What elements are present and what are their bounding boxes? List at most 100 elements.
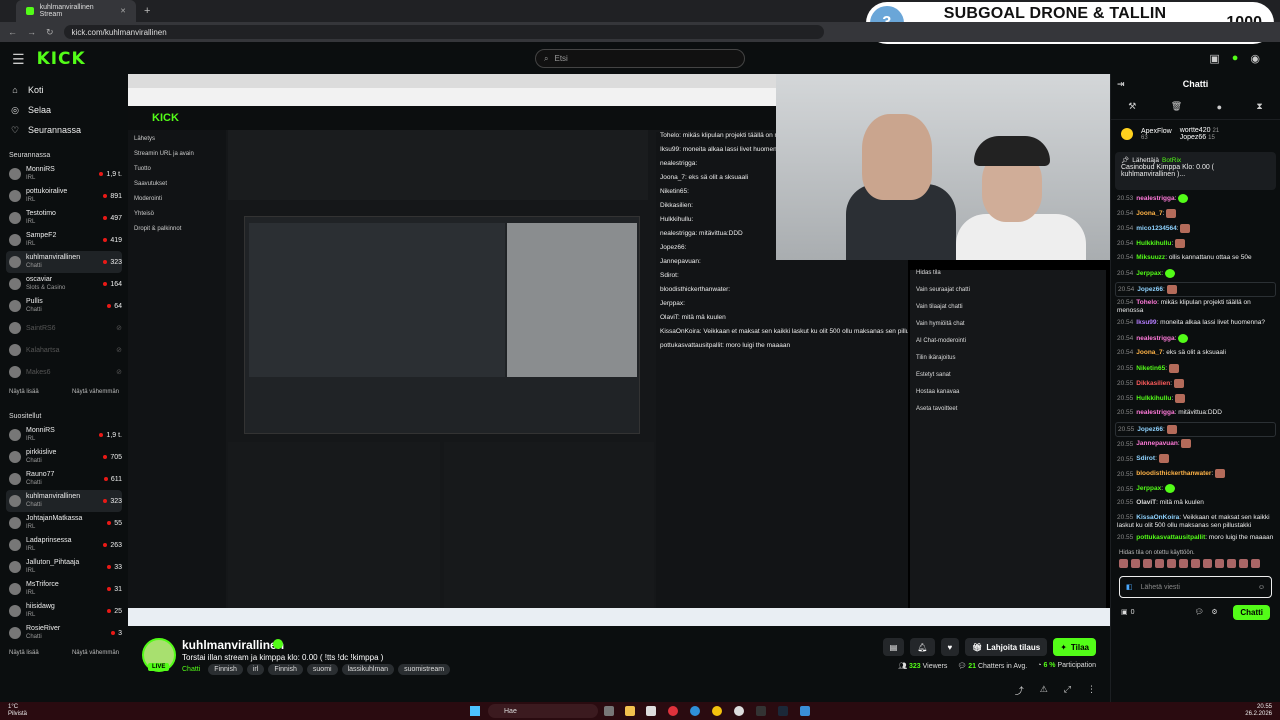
store-icon[interactable] [646, 706, 656, 716]
chat-message[interactable]: 20.54 Joona_7: [1115, 207, 1276, 222]
tag-pill[interactable]: Finnish [208, 664, 243, 675]
subscribe-button[interactable]: ✦ Tilaa [1053, 638, 1096, 656]
url-field[interactable]: kick.com/kuhlmanvirallinen [63, 25, 824, 39]
chat-message[interactable]: 20.55 bloodisthickerthanwater: [1115, 467, 1276, 482]
chat-message[interactable]: 20.54 Tohelo: mikäs klipulan projekti tää… [1115, 297, 1276, 317]
sidebar-channel[interactable]: JohtajanMatkassa IRL 55 [6, 512, 122, 534]
sidebar-channel[interactable]: Rauno77 Chatti 611 [6, 468, 122, 490]
sidebar-channel[interactable]: MonniRS IRL 1,9 t. [6, 163, 122, 185]
emote[interactable] [1227, 559, 1236, 569]
message-username[interactable]: OlaviT [1136, 499, 1156, 506]
browser-tab[interactable]: kuhlmanvirallinen Stream ✕ [16, 0, 136, 22]
show-more-link[interactable]: Näytä lisää [9, 389, 39, 395]
taskbar-search[interactable]: Hae [488, 704, 598, 718]
chat-message[interactable]: 20.55 Hulkkihullu: [1115, 392, 1276, 407]
chat-message[interactable]: 20.55 Jerppax: [1115, 482, 1276, 497]
settings-icon[interactable]: ⚙ [1211, 608, 1217, 616]
chat-message[interactable]: 20.54 Joona_7: eks sä olit a sksuaali [1115, 347, 1276, 362]
sidebar-channel[interactable]: Makes6 ⊘ [6, 361, 122, 383]
steam-icon[interactable] [778, 706, 788, 716]
kick-logo[interactable]: KICK [37, 49, 86, 69]
message-username[interactable]: mico1234564 [1136, 225, 1176, 232]
sidebar-channel[interactable]: SaintRS6 ⊘ [6, 317, 122, 339]
emote[interactable] [1203, 559, 1212, 569]
message-username[interactable]: Joona_7 [1136, 210, 1162, 217]
emote[interactable] [1119, 559, 1128, 569]
message-username[interactable]: Jopez66 [1137, 426, 1163, 433]
message-username[interactable]: Jopez66 [1137, 286, 1163, 293]
sidebar-channel[interactable]: oscaviar Slots & Casino 164 [6, 273, 122, 295]
menu-icon[interactable]: ☰ [12, 51, 25, 68]
message-username[interactable]: Jerppax [1136, 486, 1161, 493]
collapse-chat-icon[interactable]: ⇥ [1117, 79, 1125, 90]
category-link[interactable]: Chatti [182, 666, 200, 673]
chat-message[interactable]: 20.54 Hulkkihullu: [1115, 237, 1276, 252]
message-username[interactable]: Sdirot [1136, 456, 1155, 463]
sidebar-channel[interactable]: SampeF2 IRL 419 [6, 229, 122, 251]
sidebar-item-home[interactable]: ⌂ Koti [6, 80, 122, 100]
chat-message[interactable]: 20.55 nealestrigga: mitävittua:DDD [1115, 407, 1276, 422]
message-username[interactable]: Tohelo [1136, 299, 1157, 306]
gifter-2[interactable]: wortte420 21 Jopez66 15 [1180, 127, 1219, 141]
message-username[interactable]: Miksuuzz [1136, 254, 1165, 261]
tag-pill[interactable]: suomistream [398, 664, 451, 675]
message-username[interactable]: Hulkkihullu [1136, 395, 1171, 402]
notification-button[interactable]: 🔔︎ [910, 638, 935, 656]
chat-bubble-icon[interactable]: 💬︎ [1195, 608, 1204, 616]
sidebar-channel[interactable]: kuhlmanvirallinen Chatti 323 [6, 251, 122, 273]
show-less-link[interactable]: Näytä vähemmän [72, 389, 119, 395]
emote[interactable] [1167, 559, 1176, 569]
sidebar-channel[interactable]: pottukoiralive IRL 891 [6, 185, 122, 207]
new-tab-icon[interactable]: + [144, 5, 150, 17]
sidebar-channel[interactable]: RosieRiver Chatti 3 [6, 622, 122, 644]
sidebar-item-following[interactable]: ♡ Seurannassa [6, 120, 122, 140]
message-username[interactable]: bloodisthickerthanwater [1136, 471, 1211, 478]
chat-message[interactable]: 20.55 Dikkasilien: [1115, 377, 1276, 392]
gift-sub-button[interactable]: 🎁︎ Lahjoita tilaus [965, 638, 1048, 656]
message-username[interactable]: nealestrigga [1136, 335, 1174, 342]
discord-icon[interactable]: ◉ [1250, 52, 1260, 65]
sidebar-channel[interactable]: kuhlmanvirallinen Chatti 323 [6, 490, 122, 512]
message-username[interactable]: nealestrigga [1136, 195, 1174, 202]
app-icon[interactable] [800, 706, 810, 716]
chat-message[interactable]: 20.54 nealestrigga: [1115, 332, 1276, 347]
emote[interactable] [1155, 559, 1164, 569]
kick-coin-icon[interactable]: ● [1232, 52, 1239, 65]
sidebar-channel[interactable]: Kalahartsa ⊘ [6, 339, 122, 361]
windows-start-icon[interactable] [470, 706, 480, 716]
emoji-icon[interactable]: ☺ [1258, 584, 1265, 591]
pinned-message[interactable]: 📌︎ Lähettäjä BotRix Casinobud Kimppa Klo… [1115, 152, 1276, 190]
message-username[interactable]: Iksu99 [1136, 319, 1156, 326]
trash-icon[interactable]: 🗑︎ [1171, 101, 1182, 112]
edge-icon[interactable] [690, 706, 700, 716]
kick-emote-icon[interactable]: ◧ [1126, 583, 1133, 591]
tag-pill[interactable]: lassikuhlman [341, 664, 395, 675]
warning-icon[interactable]: ⚠ [1040, 684, 1048, 697]
chat-message[interactable]: 20.54 Miksuuzz: ollis kannattanu ottaa se… [1115, 252, 1276, 267]
share-icon[interactable]: ⤴ [1015, 684, 1024, 697]
chat-message[interactable]: 20.54 mico1234564: [1115, 222, 1276, 237]
emote[interactable] [1191, 559, 1200, 569]
chat-message[interactable]: 20.55 Jannepavuan: [1115, 437, 1276, 452]
gifter-1[interactable]: ApexFlow 63 [1141, 128, 1172, 141]
channel-name[interactable]: kuhlmanvirallinen [182, 638, 284, 652]
search-input[interactable]: ⌕ Etsi [535, 49, 745, 68]
chat-message[interactable]: 20.55 Sdirot: [1115, 452, 1276, 467]
tag-pill[interactable]: Finnish [268, 664, 303, 675]
chat-message[interactable]: 20.55 OlaviT: mitä mä kuulen [1115, 497, 1276, 512]
task-view-icon[interactable] [604, 706, 614, 716]
wallet-icon[interactable]: ▣ [1209, 52, 1219, 65]
hammer-icon[interactable]: ⚒ [1128, 101, 1136, 112]
tag-pill[interactable]: irl [246, 664, 265, 675]
hourglass-icon[interactable]: ⧗ [1256, 101, 1262, 112]
taskbar-clock[interactable]: 20.55 26.2.2026 [1245, 704, 1272, 718]
chat-bubble-icon[interactable]: ● [1217, 102, 1222, 112]
show-more-link[interactable]: Näytä lisää [9, 650, 39, 656]
opera-icon[interactable] [668, 706, 678, 716]
emote[interactable] [1251, 559, 1260, 569]
chat-message[interactable]: 20.55 Niketin65: [1115, 362, 1276, 377]
chat-message[interactable]: 20.54 Jopez66: [1115, 282, 1276, 298]
message-username[interactable]: Jannepavuan [1136, 441, 1178, 448]
sidebar-channel[interactable]: Pullis Chatti 64 [6, 295, 122, 317]
chat-message[interactable]: 20.55 Jopez66: [1115, 422, 1276, 438]
